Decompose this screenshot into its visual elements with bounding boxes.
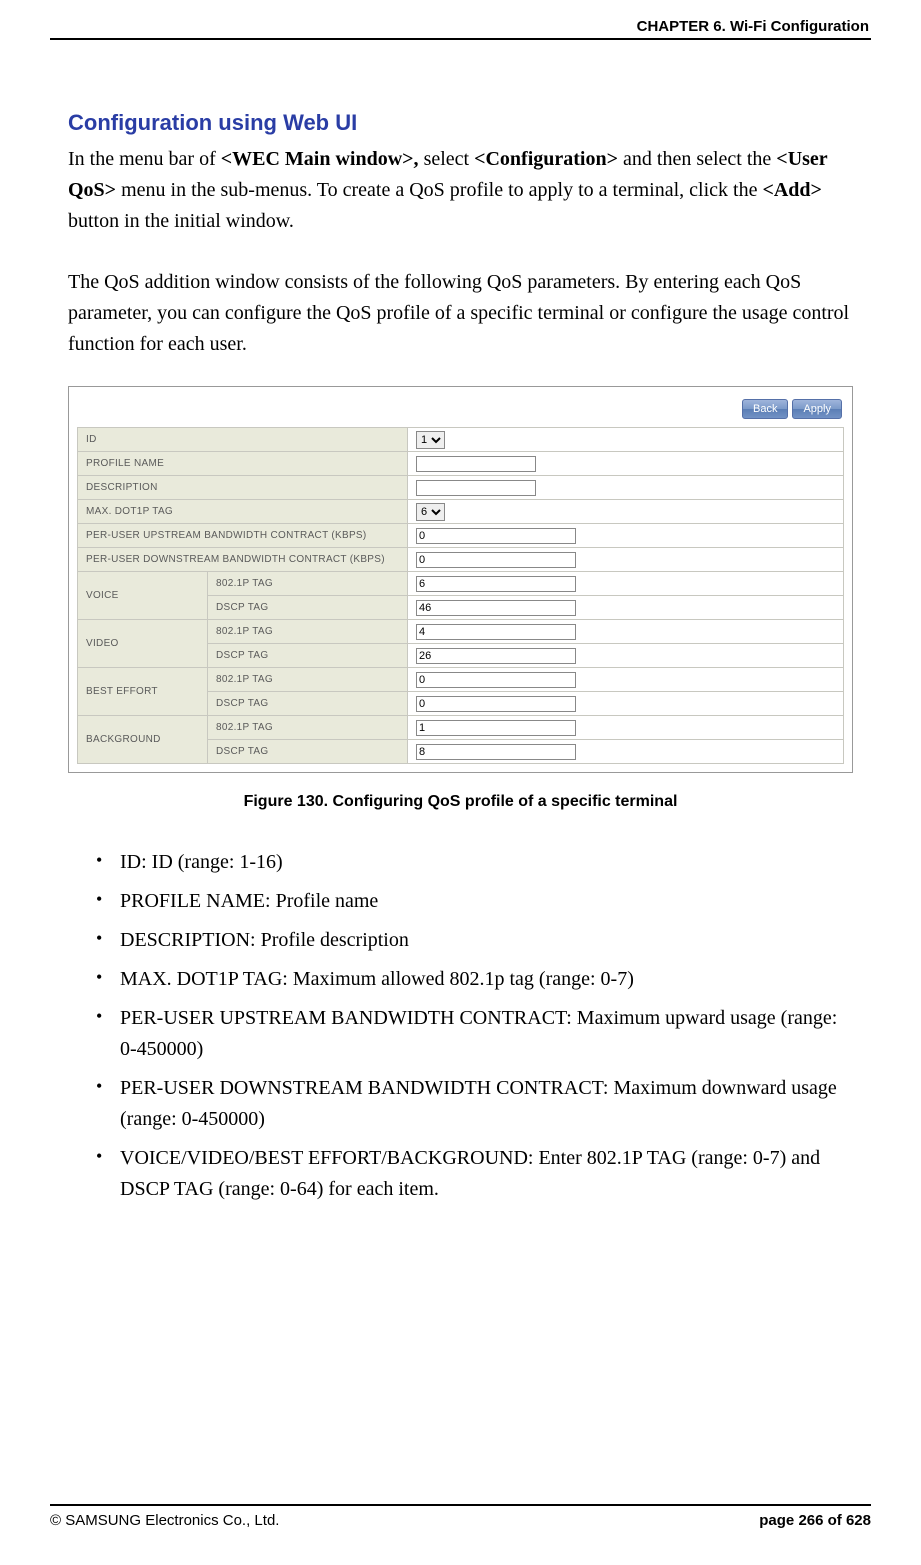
row-description: DESCRIPTION bbox=[78, 476, 844, 500]
label-voice: VOICE bbox=[78, 572, 208, 620]
row-upstream: PER-USER UPSTREAM BANDWIDTH CONTRACT (KB… bbox=[78, 524, 844, 548]
label-besteffort: BEST EFFORT bbox=[78, 668, 208, 716]
label-voice-dscp: DSCP TAG bbox=[208, 596, 408, 620]
label-id: ID bbox=[78, 428, 408, 452]
label-besteffort-8021p: 802.1P TAG bbox=[208, 668, 408, 692]
p1-t4: menu in the sub-menus. To create a QoS p… bbox=[116, 179, 762, 201]
label-background-8021p: 802.1P TAG bbox=[208, 716, 408, 740]
label-video: VIDEO bbox=[78, 620, 208, 668]
label-downstream: PER-USER DOWNSTREAM BANDWIDTH CONTRACT (… bbox=[78, 548, 408, 572]
voice-8021p-input[interactable] bbox=[416, 576, 576, 592]
label-description: DESCRIPTION bbox=[78, 476, 408, 500]
description-input[interactable] bbox=[416, 480, 536, 496]
list-item: PER-USER DOWNSTREAM BANDWIDTH CONTRACT: … bbox=[96, 1073, 853, 1135]
footer-copyright: © SAMSUNG Electronics Co., Ltd. bbox=[50, 1512, 279, 1529]
label-video-8021p: 802.1P TAG bbox=[208, 620, 408, 644]
row-max-dot1p: MAX. DOT1P TAG 6 bbox=[78, 500, 844, 524]
row-id: ID 1 bbox=[78, 428, 844, 452]
p1-b1: <WEC Main window>, bbox=[221, 148, 419, 170]
besteffort-8021p-input[interactable] bbox=[416, 672, 576, 688]
row-downstream: PER-USER DOWNSTREAM BANDWIDTH CONTRACT (… bbox=[78, 548, 844, 572]
voice-dscp-input[interactable] bbox=[416, 600, 576, 616]
upstream-input[interactable] bbox=[416, 528, 576, 544]
apply-button[interactable]: Apply bbox=[792, 399, 842, 419]
bullet-list: ID: ID (range: 1-16) PROFILE NAME: Profi… bbox=[68, 847, 853, 1205]
page-footer: © SAMSUNG Electronics Co., Ltd. page 266… bbox=[50, 1504, 871, 1529]
list-item: PER-USER UPSTREAM BANDWIDTH CONTRACT: Ma… bbox=[96, 1003, 853, 1065]
max-dot1p-select[interactable]: 6 bbox=[416, 503, 445, 521]
label-besteffort-dscp: DSCP TAG bbox=[208, 692, 408, 716]
background-8021p-input[interactable] bbox=[416, 720, 576, 736]
p1-t3: and then select the bbox=[618, 148, 776, 170]
footer-page-number: page 266 of 628 bbox=[759, 1512, 871, 1529]
cell-max-dot1p: 6 bbox=[408, 500, 844, 524]
chapter-header: CHAPTER 6. Wi-Fi Configuration bbox=[637, 18, 869, 35]
qos-form-table: ID 1 PROFILE NAME DESCRIPTION MA bbox=[77, 427, 844, 764]
label-background: BACKGROUND bbox=[78, 716, 208, 764]
row-besteffort-8021p: BEST EFFORT 802.1P TAG bbox=[78, 668, 844, 692]
id-select[interactable]: 1 bbox=[416, 431, 445, 449]
background-dscp-input[interactable] bbox=[416, 744, 576, 760]
p1-b4: <Add> bbox=[762, 179, 821, 201]
paragraph-1: In the menu bar of <WEC Main window>, se… bbox=[68, 144, 853, 237]
p1-b2: <Configuration> bbox=[474, 148, 618, 170]
video-dscp-input[interactable] bbox=[416, 648, 576, 664]
downstream-input[interactable] bbox=[416, 552, 576, 568]
label-max-dot1p: MAX. DOT1P TAG bbox=[78, 500, 408, 524]
row-voice-8021p: VOICE 802.1P TAG bbox=[78, 572, 844, 596]
list-item: PROFILE NAME: Profile name bbox=[96, 886, 853, 917]
row-video-8021p: VIDEO 802.1P TAG bbox=[78, 620, 844, 644]
p1-t2: select bbox=[419, 148, 475, 170]
label-background-dscp: DSCP TAG bbox=[208, 740, 408, 764]
list-item: DESCRIPTION: Profile description bbox=[96, 925, 853, 956]
label-video-dscp: DSCP TAG bbox=[208, 644, 408, 668]
label-upstream: PER-USER UPSTREAM BANDWIDTH CONTRACT (KB… bbox=[78, 524, 408, 548]
video-8021p-input[interactable] bbox=[416, 624, 576, 640]
p1-t5: button in the initial window. bbox=[68, 210, 294, 232]
footer-rule bbox=[50, 1504, 871, 1506]
back-button[interactable]: Back bbox=[742, 399, 788, 419]
row-background-8021p: BACKGROUND 802.1P TAG bbox=[78, 716, 844, 740]
p1-t1: In the menu bar of bbox=[68, 148, 221, 170]
figure-screenshot: Back Apply ID 1 PROFILE NAME bbox=[68, 386, 853, 773]
profile-name-input[interactable] bbox=[416, 456, 536, 472]
label-voice-8021p: 802.1P TAG bbox=[208, 572, 408, 596]
cell-id: 1 bbox=[408, 428, 844, 452]
paragraph-2: The QoS addition window consists of the … bbox=[68, 267, 853, 360]
figure-caption: Figure 130. Configuring QoS profile of a… bbox=[68, 793, 853, 811]
besteffort-dscp-input[interactable] bbox=[416, 696, 576, 712]
list-item: MAX. DOT1P TAG: Maximum allowed 802.1p t… bbox=[96, 964, 853, 995]
row-profile-name: PROFILE NAME bbox=[78, 452, 844, 476]
list-item: VOICE/VIDEO/BEST EFFORT/BACKGROUND: Ente… bbox=[96, 1143, 853, 1205]
label-profile-name: PROFILE NAME bbox=[78, 452, 408, 476]
section-title: Configuration using Web UI bbox=[68, 110, 853, 136]
list-item: ID: ID (range: 1-16) bbox=[96, 847, 853, 878]
